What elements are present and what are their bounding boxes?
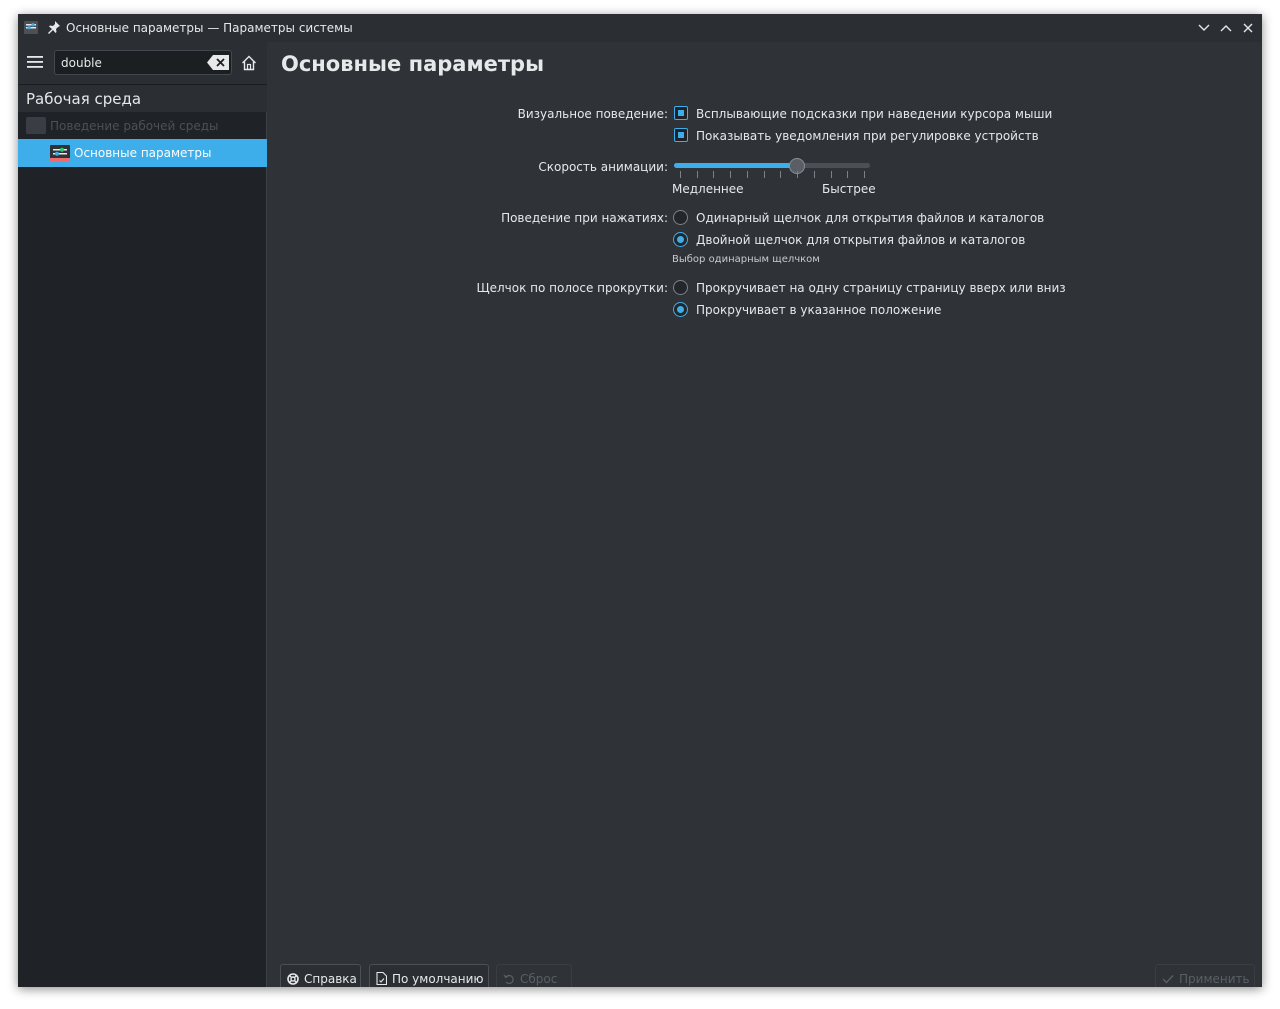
scroll-page-radio[interactable] [673, 280, 688, 295]
sidebar-item-workspace-behavior[interactable]: Поведение рабочей среды [18, 112, 267, 139]
minimize-button[interactable] [1196, 20, 1212, 36]
search-box[interactable] [54, 50, 232, 75]
slider-tick [813, 171, 815, 178]
checkbox-mark [678, 110, 684, 116]
slider-tick [864, 171, 865, 178]
scrollbar-click-label: Щелчок по полосе прокрутки: [476, 281, 668, 295]
single-click-radio[interactable] [673, 210, 688, 225]
animation-speed-label: Скорость анимации: [538, 160, 668, 174]
apply-button[interactable]: Применить [1155, 964, 1255, 987]
slider-tick [696, 171, 698, 178]
slider-tick [780, 171, 782, 178]
sidebar-toolbar [18, 42, 267, 84]
slider-tick [830, 171, 832, 178]
page-title: Основные параметры [281, 52, 545, 76]
apply-button-label: Применить [1179, 971, 1250, 986]
defaults-button[interactable]: По умолчанию [369, 964, 489, 987]
checkmark-icon [1162, 974, 1174, 984]
slider-tick [797, 171, 799, 178]
animation-faster-label: Быстрее [822, 182, 876, 196]
defaults-button-label: По умолчанию [392, 971, 484, 986]
sidebar: Рабочая среда Поведение рабочей среды Ос… [18, 42, 267, 987]
sidebar-section-title: Рабочая среда [26, 90, 142, 108]
help-button[interactable]: Справка [280, 964, 361, 987]
clear-search-icon[interactable] [207, 55, 229, 70]
chevron-down-icon [1198, 24, 1210, 31]
help-button-label: Справка [304, 971, 357, 986]
search-input[interactable] [61, 54, 201, 71]
title-bar[interactable]: Основные параметры — Параметры системы [18, 14, 1262, 42]
animation-slower-label: Медленнее [672, 182, 744, 196]
reset-button-label: Сброс [520, 971, 558, 986]
slider-fill [674, 163, 798, 168]
document-defaults-icon [376, 972, 387, 985]
tooltips-checkbox[interactable] [674, 106, 688, 120]
sidebar-item-label: Основные параметры [74, 146, 212, 160]
pin-icon[interactable] [48, 21, 60, 34]
checkbox-mark [678, 132, 684, 138]
single-click-option-text[interactable]: Одинарный щелчок для открытия файлов и к… [696, 211, 1044, 225]
slider-tick [713, 171, 715, 178]
sidebar-item-general-settings[interactable]: Основные параметры [18, 139, 267, 167]
slider-tick [847, 171, 849, 178]
slider-tick [730, 171, 732, 178]
sidebar-item-label: Поведение рабочей среды [50, 119, 219, 133]
maximize-button[interactable] [1218, 20, 1234, 36]
radio-dot [677, 236, 684, 243]
scroll-page-option-text[interactable]: Прокручивает на одну страницу страницу в… [696, 281, 1066, 295]
sidebar-section-header: Рабочая среда [18, 84, 267, 112]
slider-tick [746, 171, 748, 178]
close-icon [1243, 23, 1253, 33]
reset-button[interactable]: Сброс [496, 964, 572, 987]
window-title: Основные параметры — Параметры системы [66, 21, 353, 35]
slider-tick [680, 171, 681, 178]
system-settings-app-icon [24, 21, 38, 34]
visual-behavior-label: Визуальное поведение: [517, 107, 668, 121]
double-click-radio[interactable] [673, 232, 688, 247]
chevron-up-icon [1220, 25, 1232, 32]
radio-dot [677, 306, 684, 313]
animation-speed-slider[interactable] [674, 158, 870, 184]
click-behavior-label: Поведение при нажатиях: [501, 211, 668, 225]
general-settings-icon [50, 145, 70, 162]
scroll-position-radio[interactable] [673, 302, 688, 317]
double-click-option-text[interactable]: Двойной щелчок для открытия файлов и кат… [696, 233, 1025, 247]
workspace-behavior-icon [26, 117, 46, 134]
hamburger-menu-icon[interactable] [26, 54, 44, 70]
click-hint-text: Выбор одинарным щелчком [672, 254, 820, 265]
scroll-position-option-text[interactable]: Прокручивает в указанное положение [696, 303, 941, 317]
device-notifications-checkbox[interactable] [674, 128, 688, 142]
settings-window: Основные параметры — Параметры системы d… [18, 14, 1262, 987]
tooltips-option-text[interactable]: Всплывающие подсказки при наведении курс… [696, 107, 1052, 121]
slider-tick [763, 171, 765, 178]
close-button[interactable] [1240, 20, 1256, 36]
device-notifications-option-text[interactable]: Показывать уведомления при регулировке у… [696, 129, 1039, 143]
home-icon[interactable] [241, 55, 257, 71]
undo-icon [503, 974, 514, 984]
main-panel: Основные параметры Визуальное поведение:… [268, 42, 1262, 987]
help-icon [287, 972, 299, 985]
